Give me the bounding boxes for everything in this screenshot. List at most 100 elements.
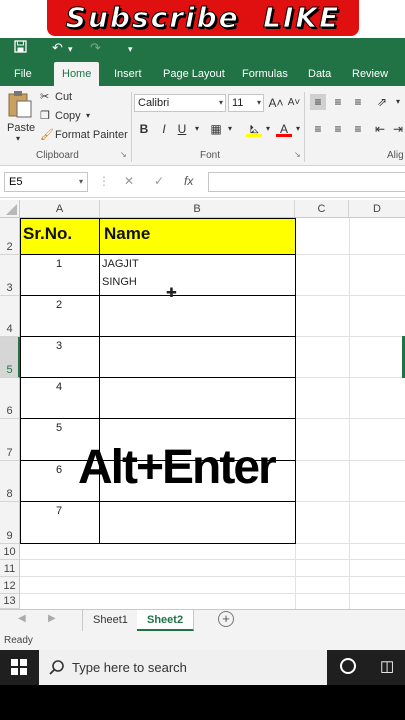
row-header-7[interactable]: 7 [0,419,20,461]
cell-name-1-line1[interactable]: JAGJIT [102,258,139,270]
table-border [20,336,296,337]
cell-sr-4[interactable]: 4 [56,381,62,393]
row-header-9[interactable]: 9 [0,502,20,544]
redo-icon[interactable]: ↷ [90,40,101,56]
shrink-font-button[interactable]: A˅ [286,95,302,111]
tab-page-layout[interactable]: Page Layout [163,62,225,86]
row-header-12[interactable]: 12 [0,577,20,594]
header-name[interactable]: Name [104,224,150,244]
increase-indent-icon[interactable]: ⇥ [390,121,405,137]
cancel-icon[interactable]: ✕ [124,174,134,188]
format-painter-button[interactable]: 🖌 Format Painter [40,128,130,144]
scroll-left-icon[interactable]: ◀ [18,613,26,624]
font-name-combo[interactable]: Calibri ▾ [134,94,226,112]
search-placeholder: Type here to search [72,660,187,675]
clipboard-launcher-icon[interactable]: ↘ [120,150,127,159]
tab-formulas[interactable]: Formulas [242,62,288,86]
cell-sr-3[interactable]: 3 [56,340,62,352]
column-header-d[interactable]: D [349,200,405,218]
table-border [295,218,296,544]
font-group-label: Font [200,150,221,161]
cell-sr-1[interactable]: 1 [56,258,62,270]
windows-start-icon[interactable] [11,659,27,680]
name-box[interactable]: E5 ▾ [4,172,88,192]
font-launcher-icon[interactable]: ↘ [294,150,301,159]
insert-function-icon[interactable]: fx [184,174,193,188]
formula-input[interactable] [208,172,405,192]
task-view-icon[interactable]: ◫ [380,657,394,675]
bottom-letterbox [0,685,405,720]
select-all-button[interactable] [0,200,20,218]
row-number: 2 [6,241,13,253]
promo-banner: Subscribe LIKE [0,0,405,38]
row-header-13[interactable]: 13 [0,594,20,609]
sheet-tab-sheet2[interactable]: Sheet2 [137,610,195,631]
grow-font-button[interactable]: A˄ [268,95,284,111]
undo-dropdown-icon[interactable]: ▾ [68,44,73,55]
row-header-6[interactable]: 6 [0,378,20,419]
bold-button[interactable]: B [136,121,152,137]
orientation-dropdown-icon[interactable]: ▾ [390,94,405,110]
scroll-right-icon[interactable]: ▶ [48,613,56,624]
tab-file[interactable]: File [14,62,32,86]
save-icon[interactable] [14,40,27,56]
scissors-icon: ✂ [40,91,50,103]
column-header-b[interactable]: B [100,200,295,218]
orientation-icon[interactable]: ⇗ [374,94,390,110]
ribbon-home: Paste ▾ ✂ Cut ❐ Copy ▾ 🖌 Format Painter … [0,86,405,166]
cell-sr-7[interactable]: 7 [56,505,62,517]
paste-button[interactable]: Paste ▾ [6,90,35,143]
paste-dropdown-icon[interactable]: ▾ [16,134,20,143]
align-bottom-icon[interactable]: ≡ [350,94,366,110]
cell-sr-6[interactable]: 6 [56,464,62,476]
row-header-2[interactable]: 2 [0,218,20,255]
row-header-8[interactable]: 8 [0,461,20,502]
copy-button[interactable]: ❐ Copy ▾ [40,109,120,125]
add-sheet-icon[interactable]: + [218,611,234,627]
cell-sr-2[interactable]: 2 [56,299,62,311]
select-all-icon [6,204,17,215]
align-left-icon[interactable]: ≡ [310,121,326,137]
customize-qat-icon[interactable]: ▾ [128,44,133,55]
table-border [99,218,100,544]
align-right-icon[interactable]: ≡ [350,121,366,137]
row-header-4[interactable]: 4 [0,296,20,337]
enter-icon[interactable]: ✓ [154,174,164,188]
cell-sr-5[interactable]: 5 [56,422,62,434]
align-top-icon[interactable]: ≡ [310,94,326,110]
borders-dropdown-icon[interactable]: ▾ [222,121,238,137]
chevron-down-icon: ▾ [218,98,223,107]
tab-home[interactable]: Home [54,62,100,86]
copy-dropdown-icon[interactable]: ▾ [86,111,90,120]
sheet-tab-sheet1[interactable]: Sheet1 [82,610,139,631]
cell-name-1-line2[interactable]: SINGH [102,276,137,288]
table-border [20,218,21,544]
row-number: 12 [3,580,16,592]
header-sr-no[interactable]: Sr.No. [23,224,72,244]
column-header-c[interactable]: C [295,200,349,218]
underline-button[interactable]: U [174,121,190,137]
gridline [20,593,405,594]
italic-button[interactable]: I [156,121,172,137]
tab-data[interactable]: Data [308,62,331,86]
underline-dropdown-icon[interactable]: ▾ [189,121,205,137]
table-border [20,218,296,219]
cut-button[interactable]: ✂ Cut [40,90,120,106]
undo-icon[interactable]: ↶ [52,40,63,56]
fill-dropdown-icon[interactable]: ▾ [260,121,276,137]
decrease-indent-icon[interactable]: ⇤ [372,121,388,137]
align-middle-icon[interactable]: ≡ [330,94,346,110]
row-header-3[interactable]: 3 [0,255,20,296]
cortana-icon[interactable] [340,658,356,674]
font-size-combo[interactable]: 11 ▾ [228,94,264,112]
brush-icon: 🖌 [40,129,54,141]
row-header-5[interactable]: 5 [0,337,20,378]
row-header-10[interactable]: 10 [0,544,20,560]
column-header-a[interactable]: A [20,200,100,218]
tab-review[interactable]: Review [352,62,388,86]
tab-insert[interactable]: Insert [114,62,142,86]
gridline [349,218,350,609]
taskbar-search[interactable]: Type here to search [39,650,327,685]
row-header-11[interactable]: 11 [0,560,20,577]
align-center-icon[interactable]: ≡ [330,121,346,137]
